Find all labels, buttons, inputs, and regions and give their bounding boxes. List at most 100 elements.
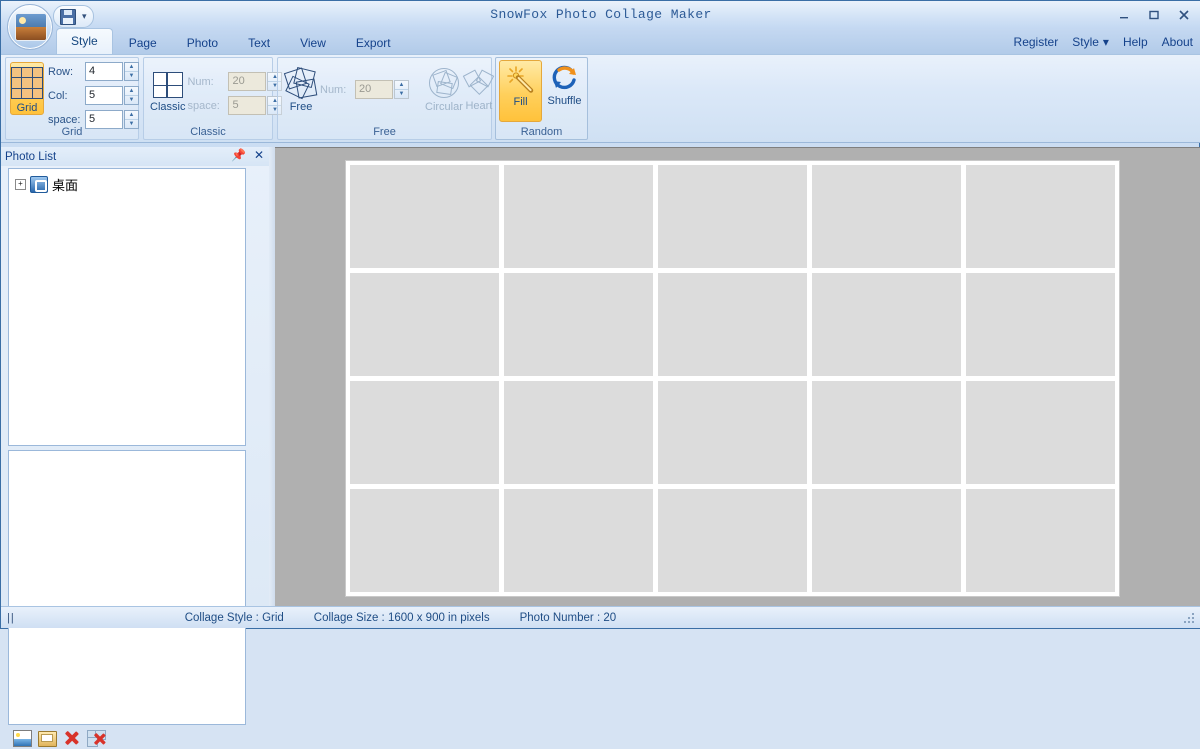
photo-list-toolbar	[8, 727, 246, 749]
free-num-input[interactable]: 20	[355, 80, 393, 99]
app-logo-icon	[15, 13, 47, 41]
free-style-button[interactable]: Free	[283, 64, 318, 113]
collage-paper[interactable]	[346, 161, 1119, 596]
collage-cell[interactable]	[812, 489, 961, 592]
free-num-field: Num: 20 ▲ ▼	[320, 79, 409, 100]
grid-row-input[interactable]: 4	[85, 62, 123, 81]
style-chevron-down-icon[interactable]: ▾	[1103, 35, 1109, 49]
grid-row-field: Row: 4 ▲ ▼	[48, 61, 139, 82]
heart-style-button[interactable]: Heart	[462, 65, 495, 112]
free-group-title: Free	[373, 126, 396, 138]
chevron-down-icon[interactable]: ▾	[80, 11, 89, 22]
collage-cell[interactable]	[966, 489, 1115, 592]
classic-style-button[interactable]: Classic	[150, 68, 185, 113]
expand-icon[interactable]: +	[15, 178, 26, 190]
minimize-icon[interactable]	[1113, 6, 1135, 23]
tab-export[interactable]: Export	[342, 33, 405, 54]
collage-canvas-area[interactable]	[275, 147, 1200, 607]
menu-about[interactable]: About	[1162, 35, 1193, 49]
close-panel-icon[interactable]: ✕	[254, 149, 264, 161]
ribbon-group-random: Fill Shuffle Random	[495, 57, 588, 140]
collage-cell[interactable]	[658, 489, 807, 592]
classic-num-input[interactable]: 20	[228, 72, 267, 91]
ribbon-group-classic: Classic Num: 20 ▲ ▼ space: 5 ▲ ▼ Classic	[143, 57, 283, 140]
grid-col-stepper[interactable]: ▲ ▼	[124, 86, 139, 105]
resize-grip-icon[interactable]	[1183, 612, 1197, 626]
collage-cell[interactable]	[966, 381, 1115, 484]
tab-text[interactable]: Text	[234, 33, 284, 54]
ribbon-tab-strip: Style Page Photo Text View Export Regist…	[1, 28, 1200, 54]
collage-cell[interactable]	[350, 489, 499, 592]
collage-cell[interactable]	[812, 381, 961, 484]
grid-group-title: Grid	[61, 126, 83, 138]
classic-space-label: space:	[187, 99, 220, 112]
classic-num-label: Num:	[187, 75, 214, 88]
collage-cell[interactable]	[350, 165, 499, 268]
save-button[interactable]	[58, 8, 78, 25]
collage-cell[interactable]	[504, 165, 653, 268]
collage-cell[interactable]	[812, 165, 961, 268]
grid-button-label: Grid	[16, 102, 38, 114]
collage-cell[interactable]	[504, 273, 653, 376]
photo-thumbnail-list[interactable]	[8, 450, 246, 725]
status-photo-number: Photo Number : 20	[519, 611, 617, 624]
circular-button-label: Circular	[425, 101, 463, 113]
classic-space-input[interactable]: 5	[228, 96, 267, 115]
application-menu-button[interactable]	[7, 4, 53, 50]
tab-view[interactable]: View	[286, 33, 340, 54]
status-collage-size: Collage Size : 1600 x 900 in pixels	[313, 611, 490, 624]
tab-style[interactable]: Style	[56, 28, 113, 54]
menu-register[interactable]: Register	[1014, 35, 1059, 49]
remove-all-x-icon	[93, 733, 106, 745]
collage-cell[interactable]	[504, 381, 653, 484]
ribbon-group-free: Free Num: 20 ▲ ▼ Circular Heart Free	[277, 57, 495, 140]
window-title: SnowFox Photo Collage Maker	[490, 7, 712, 22]
grid-row-stepper[interactable]: ▲ ▼	[124, 62, 139, 81]
folder-tree[interactable]: + 桌面	[8, 168, 246, 446]
maximize-icon[interactable]	[1143, 6, 1165, 23]
menu-style[interactable]: Style	[1072, 35, 1099, 49]
top-right-menu: Register Style ▾ Help About	[1014, 29, 1193, 54]
folder-icon	[30, 175, 48, 193]
collage-cell[interactable]	[658, 273, 807, 376]
grid-style-button[interactable]: Grid	[10, 62, 44, 115]
add-photo-button[interactable]	[12, 729, 32, 747]
menu-help[interactable]: Help	[1123, 35, 1148, 49]
ribbon-tabs: Style Page Photo Text View Export	[56, 28, 407, 54]
collage-cell[interactable]	[504, 489, 653, 592]
fill-button[interactable]: Fill	[499, 60, 543, 122]
free-num-label: Num:	[320, 83, 347, 96]
pin-icon[interactable]: 📌	[231, 149, 246, 161]
photo-list-header: Photo List 📌 ✕	[1, 147, 269, 166]
heart-button-label: Heart	[465, 100, 493, 112]
collage-cell[interactable]	[812, 273, 961, 376]
collage-cell[interactable]	[966, 165, 1115, 268]
tree-node-desktop[interactable]: + 桌面	[15, 174, 245, 194]
quick-access-toolbar: ▾	[53, 5, 94, 28]
collage-cell[interactable]	[658, 381, 807, 484]
grid-col-field: Col: 5 ▲ ▼	[48, 85, 139, 106]
collage-cell[interactable]	[350, 273, 499, 376]
circular-style-button[interactable]: Circular	[425, 64, 463, 113]
ribbon-group-grid: Grid Row: 4 ▲ ▼ Col: 5 ▲ ▼ space: 5 ▲ ▼ …	[5, 57, 139, 140]
add-folder-icon	[38, 731, 57, 747]
tree-node-label: 桌面	[52, 178, 79, 194]
close-icon[interactable]	[1173, 6, 1195, 23]
status-bar: || Collage Style : Grid Collage Size : 1…	[1, 606, 1200, 628]
tab-page[interactable]: Page	[115, 33, 171, 54]
heart-layout-icon	[462, 69, 495, 97]
collage-cell[interactable]	[658, 165, 807, 268]
tab-photo[interactable]: Photo	[173, 33, 232, 54]
shuffle-button[interactable]: Shuffle	[542, 60, 587, 107]
grid-col-input[interactable]: 5	[85, 86, 123, 105]
collage-grid	[350, 165, 1115, 592]
collage-cell[interactable]	[350, 381, 499, 484]
remove-photo-button[interactable]	[62, 729, 82, 747]
add-folder-button[interactable]	[37, 729, 57, 747]
application-window: SnowFox Photo Collage Maker ▾ Style Page…	[0, 0, 1200, 747]
free-button-label: Free	[289, 101, 313, 113]
remove-all-photos-button[interactable]	[87, 729, 107, 747]
add-photo-icon	[13, 730, 32, 747]
collage-cell[interactable]	[966, 273, 1115, 376]
free-num-stepper[interactable]: ▲ ▼	[394, 80, 409, 99]
